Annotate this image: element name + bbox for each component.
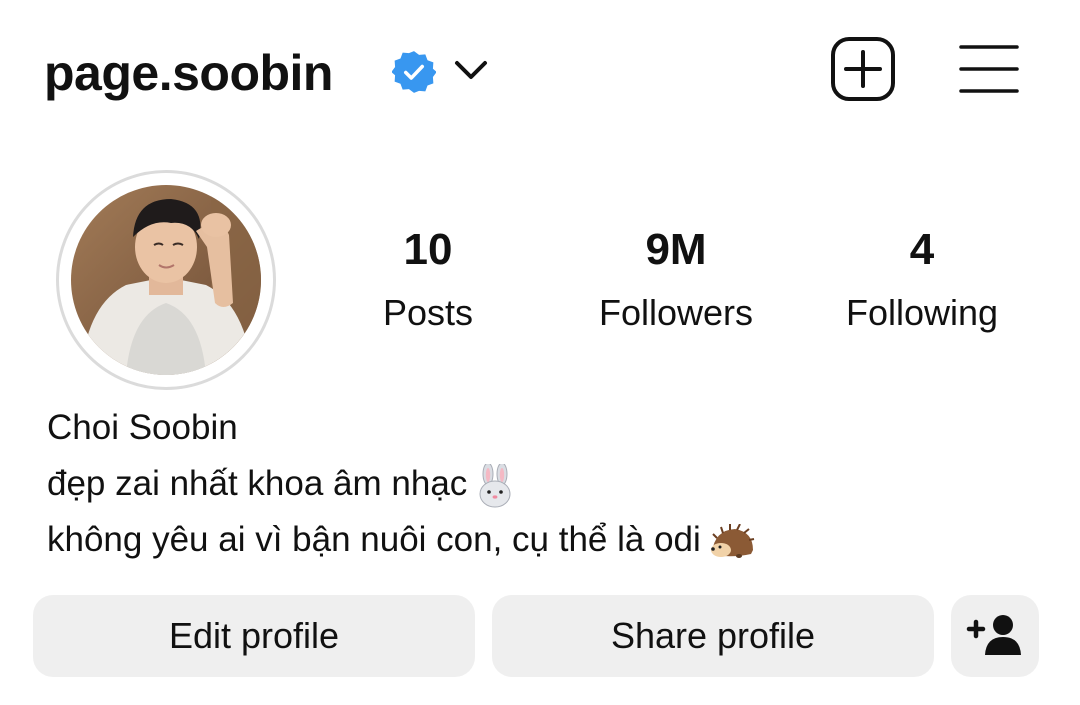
- edit-profile-button[interactable]: Edit profile: [33, 595, 475, 677]
- rabbit-face-icon: [479, 463, 511, 508]
- chevron-down-icon[interactable]: [453, 55, 489, 85]
- hedgehog-icon: [710, 523, 754, 558]
- followers-count: 9M: [645, 225, 707, 274]
- following-count: 4: [909, 225, 935, 274]
- profile-bio: Choi Soobin đẹp zai nhất khoa âm nhạc kh…: [47, 400, 755, 568]
- bio-line-2: không yêu ai vì bận nuôi con, cụ thể là …: [47, 512, 755, 568]
- discover-people-button[interactable]: [951, 595, 1039, 677]
- followers-stat[interactable]: 9M Followers: [556, 222, 796, 343]
- profile-header: page.soobin: [0, 0, 1080, 150]
- verified-badge-icon: [392, 51, 436, 93]
- plus-square-icon[interactable]: [830, 36, 896, 102]
- display-name: Choi Soobin: [47, 408, 238, 447]
- bio-line-1-text: đẹp zai nhất khoa âm nhạc: [47, 464, 468, 503]
- followers-label: Followers: [598, 292, 754, 333]
- posts-label: Posts: [382, 292, 474, 333]
- add-person-icon: [966, 615, 1021, 655]
- share-profile-button[interactable]: Share profile: [492, 595, 934, 677]
- avatar-ring[interactable]: [56, 170, 276, 390]
- hamburger-menu-icon[interactable]: [959, 44, 1019, 94]
- posts-stat[interactable]: 10 Posts: [308, 222, 548, 343]
- following-stat[interactable]: 4 Following: [802, 222, 1042, 343]
- following-label: Following: [845, 292, 999, 333]
- bio-line-2-text: không yêu ai vì bận nuôi con, cụ thể là …: [47, 520, 701, 559]
- avatar: [71, 185, 261, 375]
- bio-line-1: đẹp zai nhất khoa âm nhạc: [47, 456, 755, 512]
- username-title[interactable]: page.soobin: [44, 38, 333, 108]
- posts-count: 10: [403, 225, 453, 274]
